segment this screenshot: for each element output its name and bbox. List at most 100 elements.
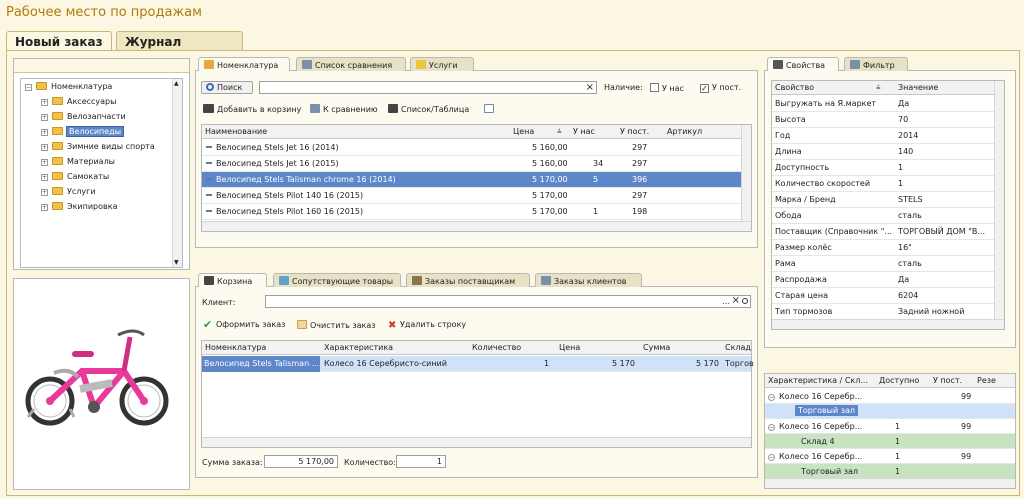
col-supplier[interactable]: У пост. bbox=[620, 127, 649, 136]
property-row[interactable]: Длина 140 bbox=[772, 144, 1004, 160]
catalog-tree[interactable]: ▲ ▼ − Номенклатура + Аксессуары + Велозапчас… bbox=[20, 78, 183, 268]
clear-icon[interactable]: × bbox=[586, 82, 594, 93]
col-sum[interactable]: Сумма bbox=[643, 343, 670, 352]
checkout-button[interactable]: ✔ Оформить заказ bbox=[203, 319, 285, 330]
choose-button[interactable]: ... bbox=[722, 297, 730, 306]
checkbox-checked[interactable]: ✓ bbox=[700, 84, 709, 93]
compare-button[interactable]: К сравнению bbox=[310, 104, 378, 114]
property-row[interactable]: Размер колёс 16" bbox=[772, 240, 1004, 256]
document-button[interactable] bbox=[484, 104, 497, 114]
bicycle-image bbox=[25, 329, 169, 426]
clear-order-button[interactable]: Очистить заказ bbox=[297, 320, 376, 330]
property-row[interactable]: Старая цена 6204 bbox=[772, 288, 1004, 304]
stock-row[interactable]: Торговый зал 1 bbox=[765, 464, 1015, 479]
cart-row[interactable]: Велосипед Stels Talisman ... Колесо 16 С… bbox=[202, 356, 754, 372]
list-table-button[interactable]: Список/Таблица bbox=[388, 104, 469, 114]
tree-item[interactable]: Самокаты bbox=[67, 172, 109, 181]
col-item[interactable]: Номенклатура bbox=[205, 343, 266, 352]
supplier-icon bbox=[412, 276, 422, 285]
client-input[interactable]: ... × bbox=[265, 295, 751, 308]
sort-icon[interactable]: ⩮ bbox=[557, 127, 562, 137]
col-article[interactable]: Артикул bbox=[667, 127, 702, 136]
col-property[interactable]: Свойство bbox=[775, 83, 814, 92]
tree-item-selected[interactable]: Велосипеды bbox=[65, 126, 125, 137]
col-reserve[interactable]: Резе bbox=[977, 376, 996, 385]
tree-item[interactable]: Аксессуары bbox=[67, 97, 116, 106]
delete-row-button[interactable]: ✖ Удалить строку bbox=[388, 320, 466, 331]
add-to-cart-button[interactable]: Добавить в корзину bbox=[203, 104, 301, 114]
stock-row[interactable]: − Колесо 16 Серебр... 1 99 bbox=[765, 449, 1015, 464]
tree-item[interactable]: Материалы bbox=[67, 157, 115, 166]
property-row[interactable]: Обода сталь bbox=[772, 208, 1004, 224]
tab-filter[interactable]: Фильтр bbox=[844, 57, 908, 71]
search-icon[interactable] bbox=[742, 298, 748, 304]
stock-row[interactable]: − Колесо 16 Серебр... 1 99 bbox=[765, 419, 1015, 434]
col-warehouse[interactable]: Склад bbox=[725, 343, 751, 352]
checkbox[interactable] bbox=[650, 83, 659, 92]
property-row[interactable]: Доступность 1 bbox=[772, 160, 1004, 176]
item-icon bbox=[206, 146, 212, 148]
property-row[interactable]: Высота 70 bbox=[772, 112, 1004, 128]
search-icon bbox=[206, 83, 214, 91]
compare-icon bbox=[310, 104, 320, 113]
tab-client-orders[interactable]: Заказы клиентов bbox=[535, 273, 642, 287]
tab-cart[interactable]: Корзина bbox=[198, 273, 267, 287]
property-row[interactable]: Год 2014 bbox=[772, 128, 1004, 144]
availability-supplier[interactable]: ✓ У пост. bbox=[700, 83, 741, 93]
table-row-selected[interactable]: Велосипед Stels Talisman chrome 16 (2014… bbox=[202, 172, 751, 188]
horizontal-scrollbar[interactable] bbox=[765, 478, 1015, 488]
tree-item[interactable]: Экипировка bbox=[67, 202, 117, 211]
col-qty[interactable]: Количество bbox=[472, 343, 521, 352]
tab-compare-list[interactable]: Список сравнения bbox=[296, 57, 406, 71]
table-row[interactable]: Велосипед Stels Jet 16 (2015) 5 160,00 34 2… bbox=[202, 156, 751, 172]
property-row[interactable]: Тип тормозов Задний ножной bbox=[772, 304, 1004, 320]
tab-orders-journal[interactable]: Журнал заказов bbox=[116, 31, 243, 63]
scroll-up-icon[interactable]: ▲ bbox=[174, 80, 179, 87]
table-row[interactable]: Велосипед Stels Pilot 140 16 (2015) 5 170… bbox=[202, 188, 751, 204]
col-price[interactable]: Цена bbox=[513, 127, 534, 136]
tree-item[interactable]: Зимние виды спорта bbox=[67, 142, 155, 151]
tab-supplier-orders[interactable]: Заказы поставщикам bbox=[406, 273, 530, 287]
col-value[interactable]: Значение bbox=[898, 83, 938, 92]
vertical-scrollbar[interactable] bbox=[741, 125, 751, 221]
vertical-scrollbar[interactable] bbox=[994, 81, 1004, 319]
tab-related-goods[interactable]: Сопутствующие товары bbox=[273, 273, 401, 287]
availability-ours[interactable]: У нас bbox=[650, 83, 684, 93]
col-characteristic[interactable]: Характеристика bbox=[324, 343, 393, 352]
collapse-icon[interactable]: − bbox=[25, 84, 32, 91]
property-row[interactable]: Марка / Бренд STELS bbox=[772, 192, 1004, 208]
property-row[interactable]: Распродажа Да bbox=[772, 272, 1004, 288]
clear-icon[interactable]: × bbox=[732, 295, 740, 306]
horizontal-scrollbar[interactable] bbox=[202, 221, 751, 231]
horizontal-scrollbar[interactable] bbox=[772, 319, 1004, 329]
tree-item[interactable]: Велозапчасти bbox=[67, 112, 126, 121]
tab-new-order[interactable]: Новый заказ bbox=[6, 31, 112, 51]
stock-row[interactable]: − Колесо 16 Серебр... 99 bbox=[765, 389, 1015, 404]
cart-table: Номенклатура Характеристика Количество Ц… bbox=[201, 340, 754, 448]
horizontal-scrollbar[interactable] bbox=[202, 437, 751, 447]
property-row[interactable]: Количество скоростей 1 bbox=[772, 176, 1004, 192]
col-supplier[interactable]: У пост. bbox=[933, 376, 962, 385]
tab-nomenclature[interactable]: Номенклатура bbox=[198, 57, 290, 71]
col-name[interactable]: Наименование bbox=[205, 127, 267, 136]
search-input[interactable]: × bbox=[259, 81, 597, 94]
col-ours[interactable]: У нас bbox=[573, 127, 595, 136]
folder-icon bbox=[52, 112, 63, 120]
scroll-down-icon[interactable]: ▼ bbox=[174, 259, 179, 266]
table-row[interactable]: Велосипед Stels Jet 16 (2014) 5 160,00 297 bbox=[202, 140, 751, 156]
stock-row[interactable]: Склад 41 bbox=[765, 434, 1015, 449]
sort-icon[interactable]: ⩮ bbox=[876, 83, 881, 93]
tree-root[interactable]: Номенклатура bbox=[51, 82, 112, 91]
tree-item[interactable]: Услуги bbox=[67, 187, 96, 196]
col-char-warehouse[interactable]: Характеристика / Скл... bbox=[768, 376, 868, 385]
stock-row-selected[interactable]: Торговый зал bbox=[765, 404, 1015, 419]
tab-properties[interactable]: Свойства bbox=[767, 57, 839, 71]
property-row[interactable]: Выгружать на Я.маркет Да bbox=[772, 96, 1004, 112]
search-button[interactable]: Поиск bbox=[201, 81, 253, 94]
col-price[interactable]: Цена bbox=[559, 343, 580, 352]
tab-services[interactable]: Услуги bbox=[410, 57, 474, 71]
property-row[interactable]: Рама сталь bbox=[772, 256, 1004, 272]
col-available[interactable]: Доступно bbox=[879, 376, 919, 385]
table-row[interactable]: Велосипед Stels Pilot 160 16 (2015) 5 170… bbox=[202, 204, 751, 220]
property-row[interactable]: Поставщик (Справочник "... ТОРГОВЫЙ ДОМ "… bbox=[772, 224, 1004, 240]
